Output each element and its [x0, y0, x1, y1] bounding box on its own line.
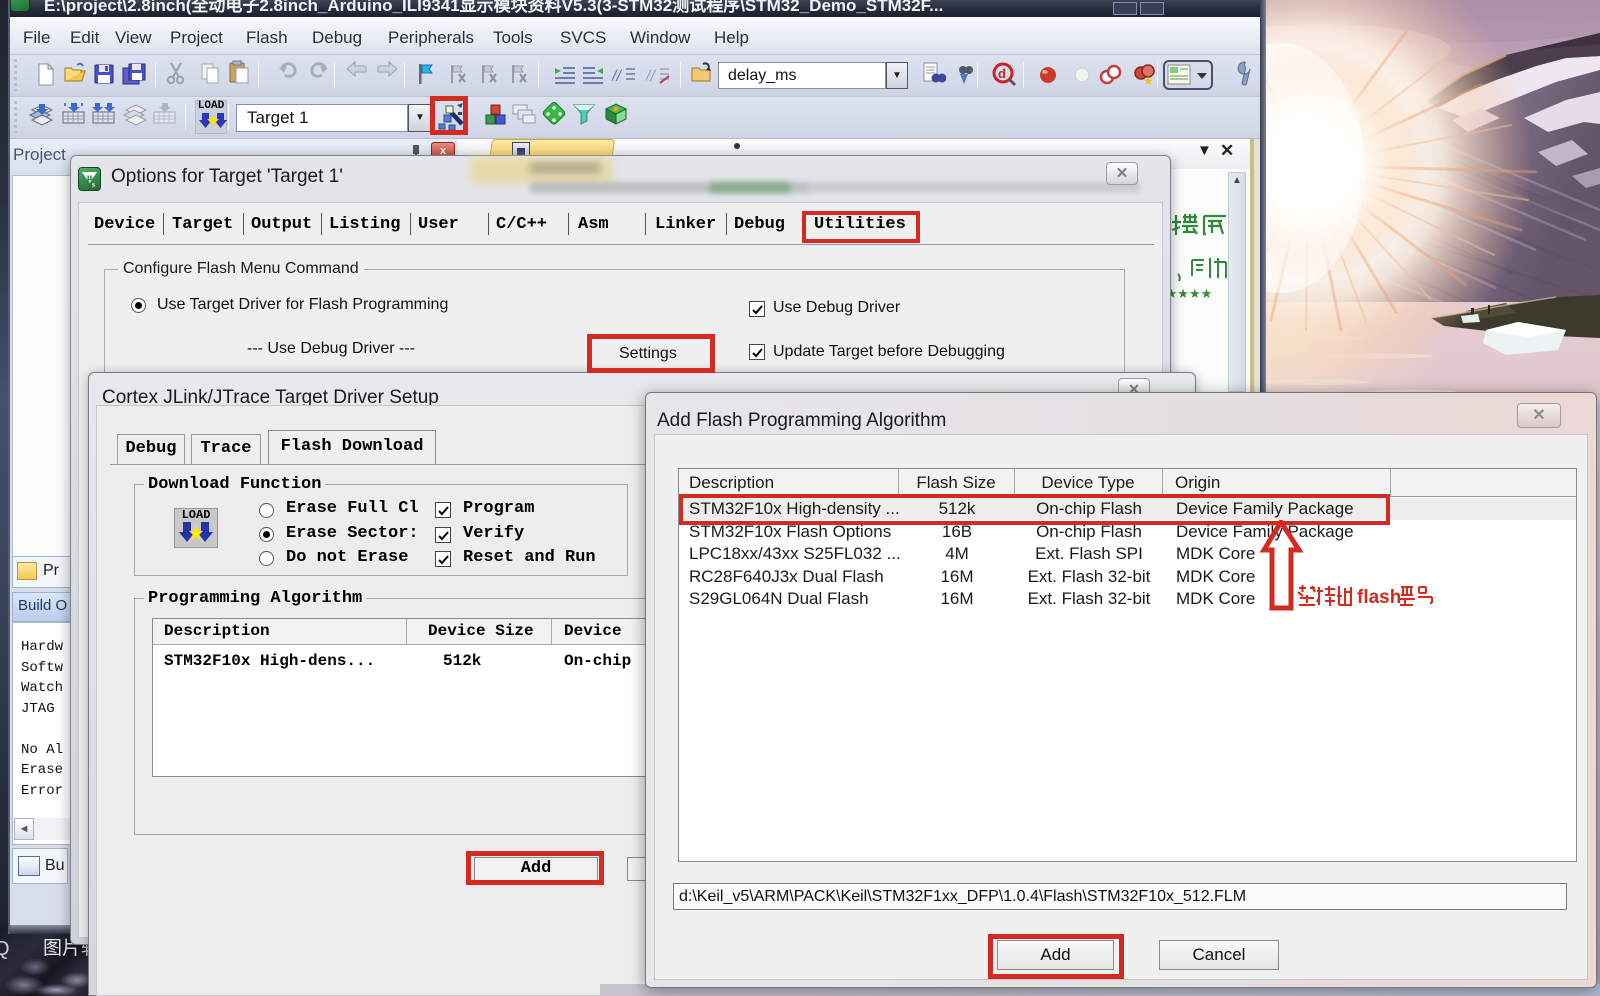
svg-text:flash: flash — [1357, 587, 1401, 608]
svg-text:d: d — [998, 66, 1006, 81]
svg-text://: // — [612, 68, 622, 85]
svg-text://: // — [646, 68, 656, 85]
svg-text:★: ★ — [1143, 74, 1154, 87]
svg-text:s: s — [92, 180, 95, 189]
